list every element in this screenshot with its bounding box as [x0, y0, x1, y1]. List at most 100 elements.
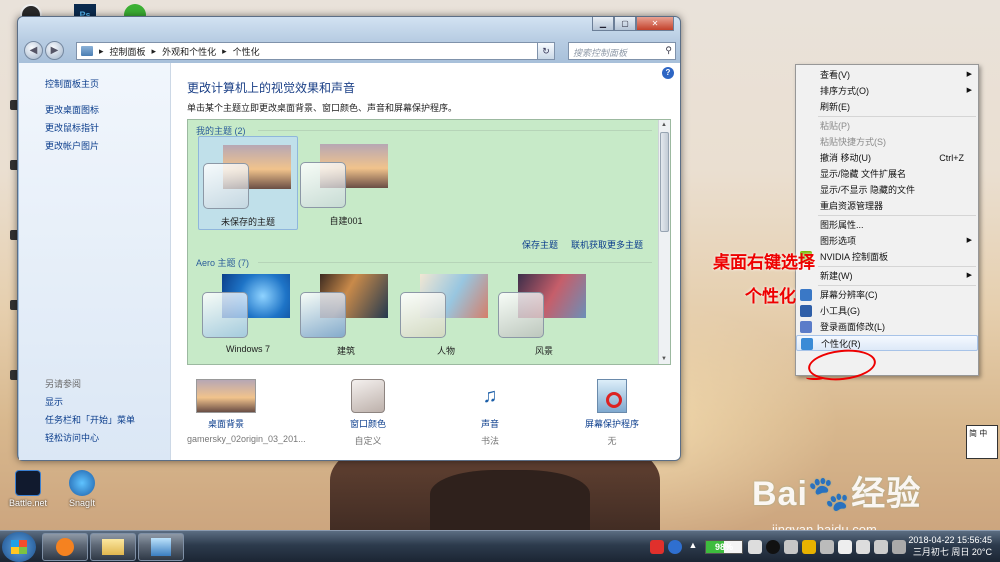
- minimize-button[interactable]: ▁: [592, 17, 614, 31]
- start-button[interactable]: [2, 532, 36, 562]
- menu-item[interactable]: 图形选项 ▶: [796, 233, 978, 249]
- submenu-arrow-icon: ▶: [966, 71, 972, 78]
- scrollbar-thumb[interactable]: [660, 132, 669, 232]
- taskbar-app-control-panel[interactable]: [138, 533, 184, 561]
- theme-custom-001[interactable]: 自建001: [296, 136, 396, 230]
- breadcrumb-appearance[interactable]: 外观和个性化: [162, 45, 216, 58]
- screensaver-icon: [597, 379, 627, 413]
- power-plug-icon[interactable]: [748, 540, 762, 554]
- menu-item[interactable]: 屏幕分辨率(C): [796, 287, 978, 303]
- screensaver-label[interactable]: 屏幕保护程序: [557, 417, 667, 430]
- desktop-context-menu: 查看(V) ▶ 排序方式(O) ▶ 刷新(E) 粘贴(P) 粘贴快捷方式(S) 撤消 移动(U…: [795, 64, 979, 376]
- see-also-display[interactable]: 显示: [45, 395, 63, 408]
- tray-chevron-icon[interactable]: ▲: [686, 540, 700, 554]
- sidebar-link-account-picture[interactable]: 更改帐户图片: [45, 139, 99, 152]
- see-also-ease-of-access[interactable]: 轻松访问中心: [45, 431, 99, 444]
- menu-item[interactable]: 个性化(R): [796, 335, 978, 351]
- theme-name: 人物: [436, 346, 455, 356]
- battery-indicator[interactable]: 98%: [705, 540, 743, 554]
- menu-item-shortcut: Ctrl+Z: [939, 153, 964, 163]
- tray-app-icon[interactable]: [650, 540, 664, 554]
- get-more-themes-link[interactable]: 联机获取更多主题: [571, 238, 643, 251]
- help-icon[interactable]: ?: [662, 67, 674, 79]
- maximize-button[interactable]: ▢: [614, 17, 636, 31]
- page-title: 更改计算机上的视觉效果和声音: [187, 81, 356, 95]
- menu-item-label: 新建(W): [820, 271, 853, 281]
- breadcrumb-personalization[interactable]: 个性化: [233, 45, 260, 58]
- close-button[interactable]: ✕: [636, 17, 674, 31]
- annotation-hook: [806, 374, 824, 380]
- page-subtitle: 单击某个主题立即更改桌面背景、窗口颜色、声音和屏幕保护程序。: [187, 103, 458, 113]
- scroll-down-arrow[interactable]: ▼: [661, 356, 667, 362]
- menu-item[interactable]: 小工具(G): [796, 303, 978, 319]
- menu-item[interactable]: 刷新(E): [796, 99, 978, 115]
- desktop-background-setting[interactable]: 桌面背景 gamersky_02origin_03_201...: [171, 379, 306, 444]
- network-icon[interactable]: [784, 540, 798, 554]
- menu-item-label: 个性化(R): [821, 339, 861, 349]
- menu-item[interactable]: 图形属性...: [796, 217, 978, 233]
- menu-item[interactable]: 登录画面修改(L): [796, 319, 978, 335]
- forward-button[interactable]: ▶: [45, 41, 64, 60]
- annotation-line1: 桌面右键选择: [713, 253, 815, 272]
- section-divider: [258, 262, 652, 263]
- personalization-window: ▁ ▢ ✕ ◀ ▶ ▸ 控制面板 ▸ 外观和个性化 ▸ 个性化 ↻ 搜索控制面板…: [17, 16, 681, 461]
- menu-item[interactable]: 新建(W) ▶: [796, 268, 978, 284]
- search-icon[interactable]: ⚲: [665, 45, 672, 56]
- menu-item[interactable]: 显示/不显示 隐藏的文件: [796, 182, 978, 198]
- desktop-icon-snagit[interactable]: SnagIt: [60, 470, 104, 508]
- speaker-icon[interactable]: [874, 540, 888, 554]
- back-button[interactable]: ◀: [24, 41, 43, 60]
- theme-windows7[interactable]: Windows 7: [198, 266, 298, 360]
- refresh-icon[interactable]: ↻: [537, 42, 555, 60]
- theme-architecture[interactable]: 建筑: [296, 266, 396, 360]
- window-color-setting[interactable]: 窗口颜色 自定义: [313, 379, 423, 447]
- ime-widget[interactable]: 简 中: [966, 425, 998, 459]
- desktop-background-value: gamersky_02origin_03_201...: [187, 434, 306, 444]
- menu-item-label: 显示/隐藏 文件扩展名: [820, 169, 907, 179]
- clock[interactable]: 2018-04-22 15:56:45 三月初七 周日 20°C: [900, 534, 992, 558]
- search-input[interactable]: 搜索控制面板 ⚲: [568, 42, 676, 60]
- flag-icon[interactable]: [838, 540, 852, 554]
- desktop-background-label[interactable]: 桌面背景: [171, 417, 281, 430]
- ime-widget-label: 简 中: [969, 429, 988, 438]
- menu-item[interactable]: 显示/隐藏 文件扩展名: [796, 166, 978, 182]
- screensaver-setting[interactable]: 屏幕保护程序 无: [557, 379, 667, 447]
- window-color-label[interactable]: 窗口颜色: [313, 417, 423, 430]
- shield-icon[interactable]: [802, 540, 816, 554]
- qq-icon[interactable]: [766, 540, 780, 554]
- see-also-taskbar[interactable]: 任务栏和「开始」菜单: [45, 413, 135, 426]
- sound-setting[interactable]: ♫ 声音 书法: [435, 379, 545, 447]
- taskbar-app-uc[interactable]: [42, 533, 88, 561]
- save-theme-link[interactable]: 保存主题: [522, 238, 558, 251]
- sidebar-link-mouse-pointer[interactable]: 更改鼠标指针: [45, 121, 99, 134]
- sidebar-home-link[interactable]: 控制面板主页: [45, 77, 99, 90]
- folder-icon: [102, 539, 124, 555]
- display-icon[interactable]: [856, 540, 870, 554]
- theme-list-scrollbar[interactable]: ▲ ▼: [658, 120, 670, 364]
- help-icon[interactable]: [668, 540, 682, 554]
- clock-time: 2018-04-22 15:56:45: [908, 535, 992, 545]
- sidebar-link-desktop-icons[interactable]: 更改桌面图标: [45, 103, 99, 116]
- menu-item[interactable]: 重启资源管理器: [796, 198, 978, 214]
- menu-item[interactable]: 查看(V) ▶: [796, 67, 978, 83]
- menu-item-label: 粘贴(P): [820, 121, 850, 131]
- desktop-background-icon: [196, 379, 256, 413]
- sound-label[interactable]: 声音: [435, 417, 545, 430]
- theme-color-swatch: [300, 292, 346, 338]
- address-bar[interactable]: ▸ 控制面板 ▸ 外观和个性化 ▸ 个性化: [76, 42, 554, 60]
- desktop-icon-battlenet[interactable]: Battle.net: [6, 470, 50, 508]
- menu-item[interactable]: NVIDIA 控制面板: [796, 249, 978, 265]
- volume-icon[interactable]: [820, 540, 834, 554]
- theme-color-swatch: [300, 162, 346, 208]
- scroll-up-arrow[interactable]: ▲: [661, 122, 667, 128]
- menu-item[interactable]: 排序方式(O) ▶: [796, 83, 978, 99]
- theme-people[interactable]: 人物: [396, 266, 496, 360]
- theme-unsaved[interactable]: 未保存的主题: [198, 136, 298, 230]
- clock-date: 三月初七 周日 20°C: [912, 547, 992, 557]
- system-tray-icons: [748, 531, 906, 562]
- theme-landscape[interactable]: 风景: [494, 266, 594, 360]
- menu-item-label: 粘贴快捷方式(S): [820, 137, 886, 147]
- menu-item[interactable]: 撤消 移动(U) Ctrl+Z: [796, 150, 978, 166]
- taskbar-app-explorer[interactable]: [90, 533, 136, 561]
- breadcrumb-control-panel[interactable]: 控制面板: [110, 45, 146, 58]
